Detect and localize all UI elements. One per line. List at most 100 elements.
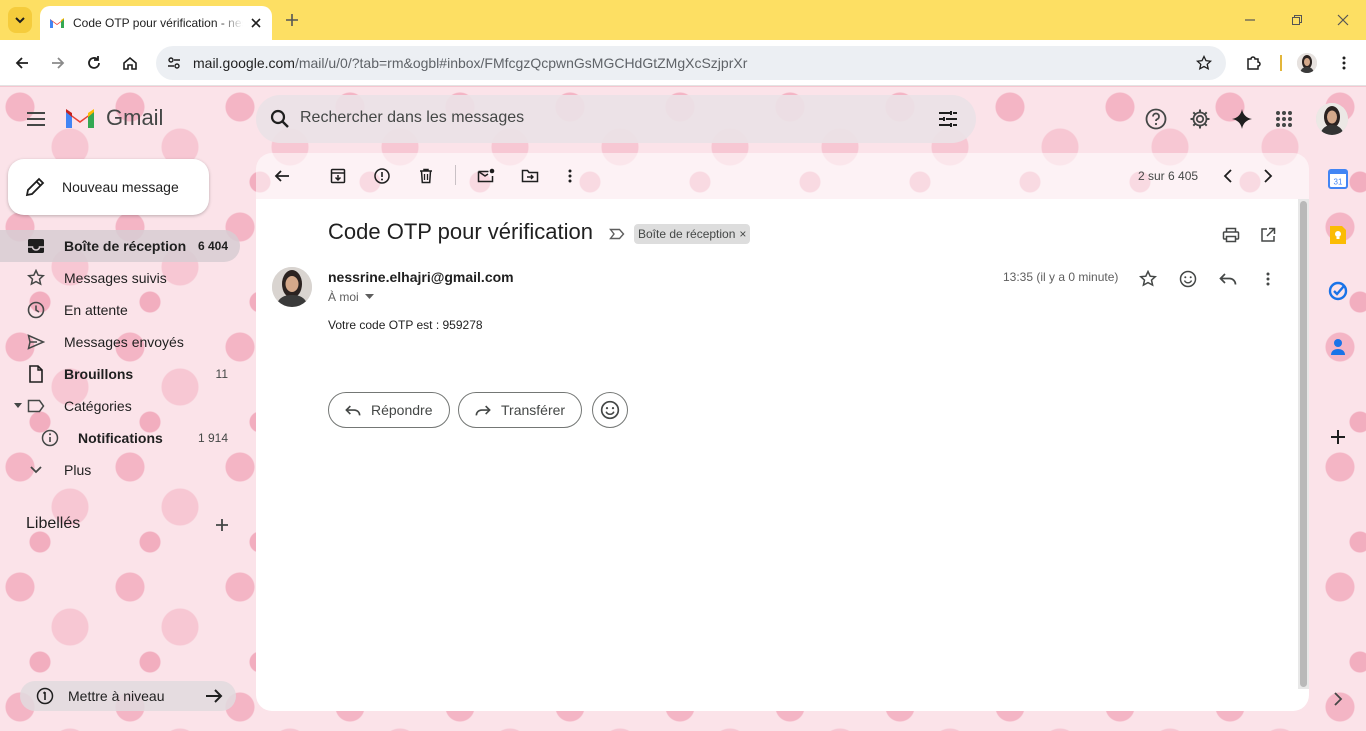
site-info-icon[interactable] [164,53,184,73]
message-body: Votre code OTP est : 959278 [328,318,483,332]
caret-down-icon[interactable] [14,403,22,409]
close-tab-icon[interactable] [248,15,264,31]
recipient-details[interactable]: À moi [328,290,374,304]
svg-text:31: 31 [1334,178,1343,187]
calendar-app-button[interactable]: 31 [1326,167,1350,191]
sidebar-item-categories[interactable]: Catégories [0,390,240,422]
compose-button[interactable]: Nouveau message [8,159,209,215]
print-icon [1222,227,1240,243]
google-apps-button[interactable] [1272,107,1296,131]
sender-email[interactable]: nessrine.elhajri@gmail.com [328,269,514,285]
delete-button[interactable] [414,164,438,188]
arrow-right-icon[interactable] [202,684,226,708]
report-spam-button[interactable] [370,164,394,188]
gmail-m-icon [66,109,94,128]
keep-app-button[interactable] [1326,223,1350,247]
reply-button[interactable] [1216,267,1240,291]
compose-label: Nouveau message [62,179,179,195]
scrollbar-thumb[interactable] [1300,201,1307,687]
new-tab-button[interactable] [282,10,302,30]
emoji-icon [1179,270,1197,288]
more-actions-button[interactable] [558,164,582,188]
url-text: mail.google.com/mail/u/0/?tab=rm&ogbl#in… [193,55,748,71]
settings-button[interactable] [1188,107,1212,131]
importance-marker-icon[interactable] [608,225,626,243]
tab-title: Code OTP pour vérification - nessrine.el… [73,16,243,30]
sidebar-item-starred[interactable]: Messages suivis [0,262,240,294]
back-button[interactable] [11,52,33,74]
search-options-icon[interactable] [936,107,960,131]
reply-pill-button[interactable]: Répondre [328,392,450,428]
search-icon[interactable] [268,107,292,131]
message-toolbar: 2 sur 6 405 [256,153,1309,199]
main-menu-button[interactable] [24,107,48,131]
older-message-button[interactable] [1256,164,1280,188]
contacts-app-button[interactable] [1326,335,1350,359]
back-to-inbox-button[interactable] [270,164,294,188]
gmail-logo[interactable]: Gmail [64,105,163,131]
scrollbar[interactable] [1298,199,1309,689]
close-window-button[interactable] [1333,10,1353,30]
search-bar[interactable]: Rechercher dans les messages [256,95,976,143]
extensions-button[interactable] [1243,52,1265,74]
sidebar-item-more[interactable]: Plus [0,454,240,486]
message-view: 2 sur 6 405 Code OTP pour vérification B… [256,153,1309,711]
profile-avatar[interactable] [1297,53,1317,73]
gemini-button[interactable] [1230,107,1254,131]
move-to-button[interactable] [518,164,542,188]
sidebar-item-label: Plus [64,462,92,478]
recipient-text: À moi [328,290,359,304]
sidebar-item-label: En attente [64,302,128,318]
archive-button[interactable] [326,164,350,188]
contacts-icon [1331,339,1345,355]
browser-menu-button[interactable] [1333,52,1355,74]
browser-tab[interactable]: Code OTP pour vérification - nessrine.el… [40,6,272,40]
gear-icon [1190,109,1210,129]
tasks-app-button[interactable] [1326,279,1350,303]
get-addons-button[interactable] [1326,425,1350,449]
sidebar-item-notifications[interactable]: Notifications 1 914 [0,422,240,454]
chevron-down-icon [15,17,25,24]
archive-icon [330,168,346,184]
sidebar-item-inbox[interactable]: Boîte de réception 6 404 [0,230,240,262]
plus-icon [1331,430,1345,444]
create-label-button[interactable] [212,515,232,535]
open-new-window-button[interactable] [1256,223,1280,247]
sparkle-icon [1232,109,1252,129]
sidebar-item-drafts[interactable]: Brouillons 11 [0,358,240,390]
open-in-new-icon [1261,227,1276,242]
remove-label-icon[interactable]: × [739,227,746,241]
tab-search-button[interactable] [8,7,32,33]
react-emoji-button[interactable] [592,392,628,428]
search-input[interactable]: Rechercher dans les messages [300,109,524,127]
mark-unread-button[interactable] [474,164,498,188]
chevron-right-icon [1264,169,1273,183]
home-button[interactable] [119,52,141,74]
reload-button[interactable] [83,52,105,74]
pagination-text: 2 sur 6 405 [1138,169,1199,183]
print-all-button[interactable] [1219,223,1243,247]
sidebar-item-snoozed[interactable]: En attente [0,294,240,326]
forward-button[interactable] [47,52,69,74]
reload-icon [88,56,100,69]
support-button[interactable] [1144,107,1168,131]
newer-message-button[interactable] [1216,164,1240,188]
label-icon [26,396,46,416]
show-side-panel-button[interactable] [1326,687,1350,711]
forward-pill-button[interactable]: Transférer [458,392,583,428]
trash-icon [420,168,432,184]
sidebar-item-sent[interactable]: Messages envoyés [0,326,240,358]
minimize-window-button[interactable] [1240,10,1260,30]
address-bar[interactable]: mail.google.com/mail/u/0/?tab=rm&ogbl#in… [156,46,1226,80]
restore-window-button[interactable] [1287,10,1307,30]
sender-avatar[interactable] [272,267,312,307]
upgrade-banner[interactable]: Mettre à niveau [20,681,236,711]
star-message-button[interactable] [1136,267,1160,291]
keep-icon [1330,226,1346,244]
arrow-left-icon [274,170,289,182]
message-more-button[interactable] [1256,267,1280,291]
chevron-right-icon [1334,692,1343,706]
bookmark-star-icon[interactable] [1194,53,1214,73]
add-reaction-button[interactable] [1176,267,1200,291]
emoji-icon [600,400,620,420]
